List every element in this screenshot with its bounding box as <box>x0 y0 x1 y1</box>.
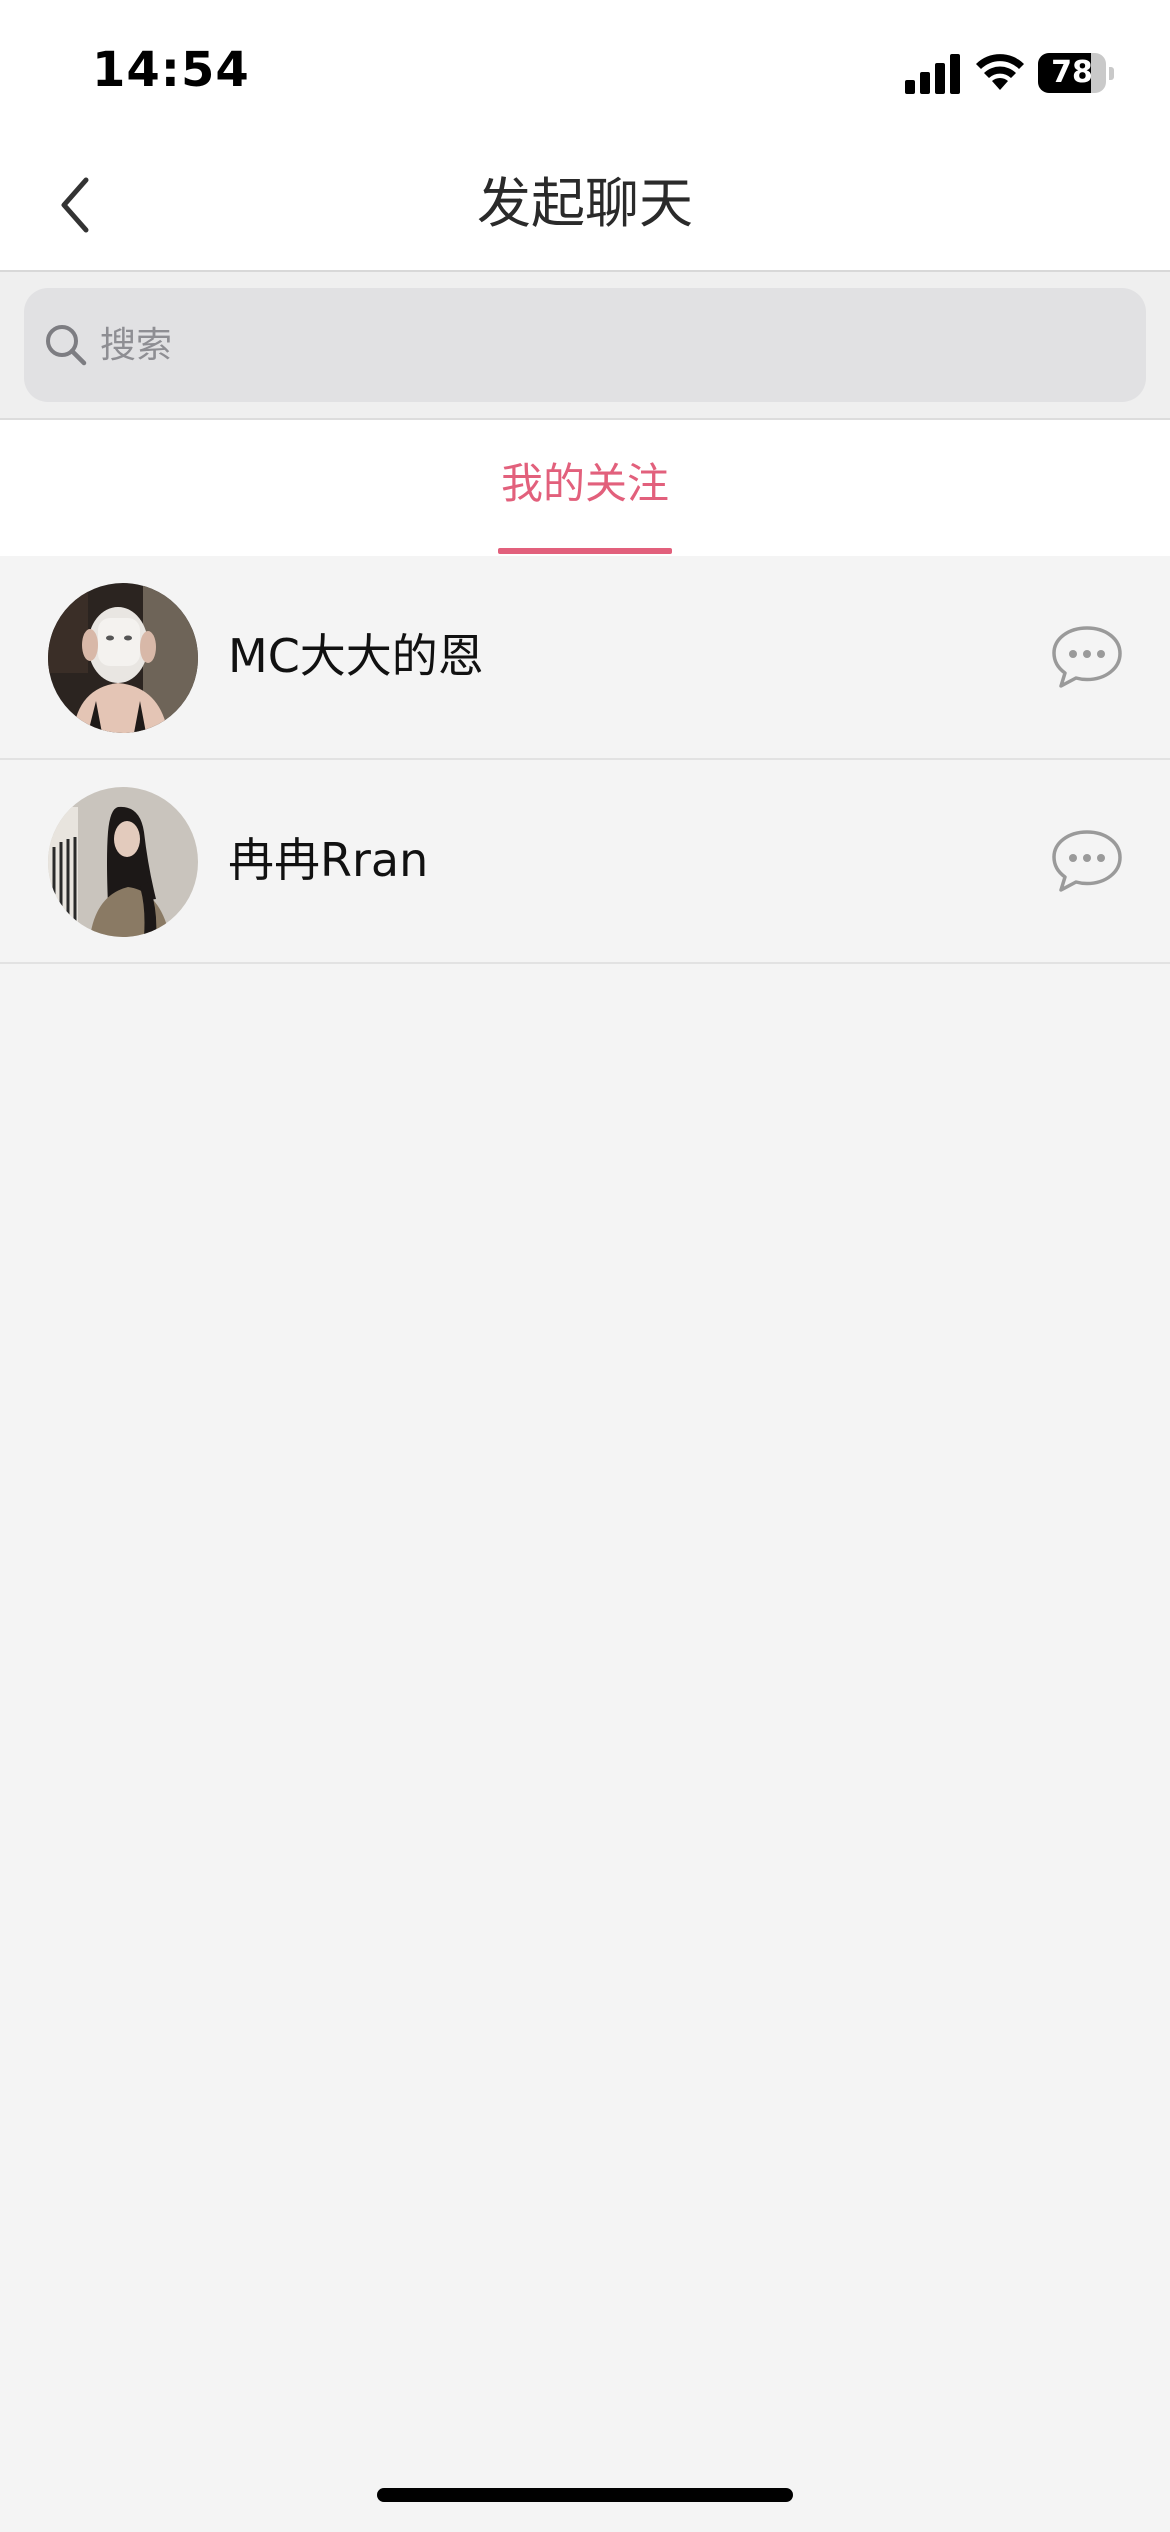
avatar-image <box>48 787 198 937</box>
avatar[interactable] <box>48 787 198 937</box>
status-time: 14:54 <box>92 42 250 98</box>
navigation-bar: 发起聊天 <box>0 140 1170 272</box>
home-indicator[interactable] <box>377 2488 793 2502</box>
page-title: 发起聊天 <box>477 172 693 235</box>
avatar[interactable] <box>48 583 198 733</box>
wifi-icon <box>976 54 1024 90</box>
battery-cap <box>1109 67 1114 80</box>
battery-level-text: 78 <box>1051 55 1093 90</box>
contact-name: 冉冉Rran <box>228 833 429 887</box>
search-area <box>0 272 1170 420</box>
avatar-image <box>48 583 198 733</box>
chat-bubble-icon <box>1052 830 1122 892</box>
start-chat-screen: 14:54 78 发起聊天 搜索 我的关注 MC大大的恩 冉冉Rran <box>0 0 1170 2532</box>
contact-name: MC大大的恩 <box>228 629 484 683</box>
active-tab-indicator <box>498 548 672 554</box>
search-box[interactable] <box>24 288 1146 402</box>
battery-body: 78 <box>1038 53 1106 93</box>
chat-button[interactable] <box>1050 827 1124 895</box>
tab-following[interactable]: 我的关注 <box>475 420 695 556</box>
battery-indicator: 78 <box>1038 53 1114 93</box>
contact-list: MC大大的恩 冉冉Rran <box>0 556 1170 964</box>
cellular-signal-icon <box>905 54 960 94</box>
search-icon <box>46 325 87 366</box>
contact-row[interactable]: 冉冉Rran <box>0 760 1170 964</box>
status-bar: 14:54 78 <box>0 0 1170 140</box>
chat-button[interactable] <box>1050 623 1124 691</box>
contact-row[interactable]: MC大大的恩 <box>0 556 1170 760</box>
search-input[interactable] <box>100 288 1120 402</box>
tab-following-label: 我的关注 <box>500 459 669 508</box>
tab-bar: 我的关注 <box>0 420 1170 556</box>
chat-bubble-icon <box>1052 626 1122 688</box>
